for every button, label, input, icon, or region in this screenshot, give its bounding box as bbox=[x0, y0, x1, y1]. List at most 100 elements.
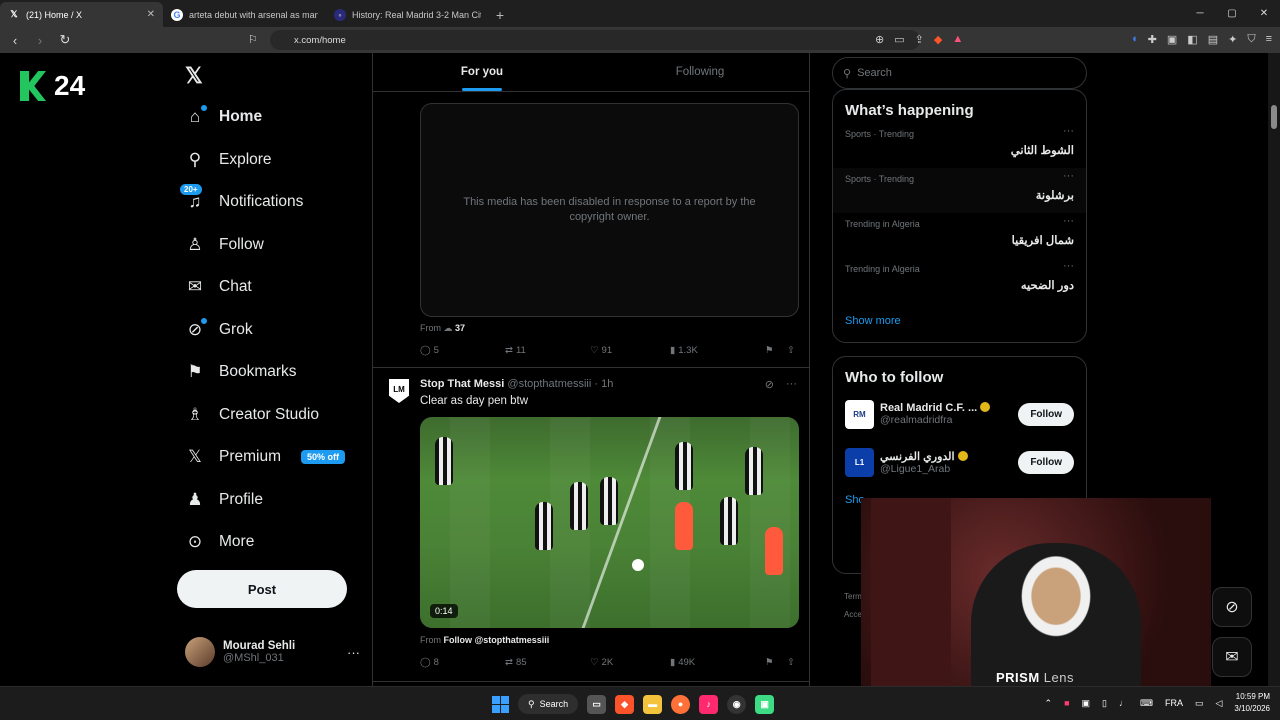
like-button[interactable]: ♡ 2K bbox=[590, 657, 670, 668]
from-value[interactable]: Follow @stopthatmessiii bbox=[444, 635, 550, 645]
new-tab-button[interactable]: + bbox=[489, 2, 511, 27]
nav-notifications[interactable]: ♫ 20+ Notifications bbox=[179, 181, 345, 224]
follow-suggestion[interactable]: RM Real Madrid C.F. ... @realmadridfra F… bbox=[833, 390, 1086, 438]
app-icon[interactable]: ▣ bbox=[755, 694, 775, 714]
nav-bookmarks[interactable]: ⚑ Bookmarks bbox=[185, 351, 345, 394]
zoom-icon[interactable]: ⊕ bbox=[875, 33, 884, 46]
terms-link[interactable]: Term bbox=[844, 588, 862, 606]
grok-icon[interactable]: ⊘ bbox=[765, 378, 774, 391]
trend-item[interactable]: Sports · Trending ··· الشوط الثاني bbox=[833, 123, 1086, 168]
search-input[interactable]: ⚲ Search bbox=[832, 57, 1087, 89]
nav-more[interactable]: ⊙ More bbox=[185, 521, 345, 564]
bookmark-button[interactable]: ⚑ bbox=[765, 657, 787, 668]
like-button[interactable]: ♡ 91 bbox=[590, 345, 670, 356]
chevron-up-icon[interactable]: ⌃ bbox=[1045, 698, 1053, 709]
extensions-icon[interactable]: ✚ bbox=[1148, 33, 1157, 46]
nav-premium[interactable]: 𝕏 Premium 50% off bbox=[185, 436, 346, 479]
obs-icon[interactable]: ◉ bbox=[727, 694, 747, 714]
tray-app-icon[interactable]: ■ bbox=[1064, 698, 1069, 708]
account-switcher[interactable]: Mourad Sehli @MShl_031 ··· bbox=[185, 637, 360, 667]
trend-item[interactable]: Trending in Algeria ··· شمال افريقيا bbox=[833, 213, 1086, 258]
language-indicator[interactable]: FRA bbox=[1165, 698, 1183, 708]
audio-icon[interactable]: ◖ bbox=[1131, 33, 1138, 46]
more-horizontal-icon[interactable]: ··· bbox=[1063, 125, 1074, 137]
usb-icon[interactable]: ▯ bbox=[1102, 698, 1107, 709]
tiktok-icon[interactable]: ♪ bbox=[699, 694, 719, 714]
tweet-video[interactable]: 0:14 bbox=[420, 417, 799, 628]
windows-start-icon[interactable] bbox=[492, 695, 509, 713]
nav-creator-studio[interactable]: ♗ Creator Studio bbox=[185, 394, 345, 437]
nav-explore[interactable]: ⚲ Explore bbox=[185, 139, 345, 182]
network-icon[interactable]: ▭ bbox=[1195, 698, 1204, 709]
views-button[interactable]: ▮ 1.3K bbox=[670, 345, 765, 356]
share-icon[interactable]: ⇧ bbox=[787, 345, 799, 356]
file-explorer-icon[interactable]: ▬ bbox=[643, 694, 663, 714]
browser-tab-google[interactable]: G arteta debut with arsenal as manage bbox=[163, 2, 326, 27]
taskbar-search[interactable]: ⚲ Search bbox=[518, 694, 579, 714]
accessibility-link[interactable]: Acce bbox=[844, 606, 862, 624]
show-more-link[interactable]: Show more bbox=[833, 303, 1086, 339]
keyboard-icon[interactable]: ⌨ bbox=[1140, 698, 1153, 709]
nav-profile[interactable]: ♟ Profile bbox=[185, 479, 345, 522]
browser-tab-x-home[interactable]: 𝕏 (21) Home / X ✕ bbox=[0, 2, 163, 27]
bookmark-button[interactable]: ⚑ bbox=[765, 345, 787, 356]
nav-home[interactable]: ⌂ Home bbox=[185, 96, 345, 139]
sidebar-icon[interactable]: ◧ bbox=[1187, 33, 1197, 46]
brave-shield-icon[interactable]: ◆ bbox=[934, 33, 942, 46]
more-horizontal-icon[interactable]: ··· bbox=[786, 378, 797, 391]
tab-for-you[interactable]: For you bbox=[373, 53, 591, 91]
from-value[interactable]: 37 bbox=[455, 323, 465, 333]
trend-item[interactable]: Sports · Trending ··· برشلونة bbox=[833, 168, 1086, 213]
vpn-icon[interactable]: ⛉ bbox=[1247, 33, 1255, 46]
close-window-icon[interactable]: ✕ bbox=[1248, 0, 1280, 27]
more-horizontal-icon[interactable]: ··· bbox=[347, 645, 360, 660]
url-field[interactable]: x.com/home bbox=[270, 30, 920, 50]
avatar[interactable]: LM bbox=[389, 379, 409, 403]
follow-button[interactable]: Follow bbox=[1018, 402, 1074, 426]
brave-icon[interactable]: ◆ bbox=[615, 694, 635, 714]
trend-item[interactable]: Trending in Algeria ··· دور الضحيه bbox=[833, 258, 1086, 303]
reply-button[interactable]: ◯ 5 bbox=[420, 345, 505, 356]
repost-button[interactable]: ⇄ 85 bbox=[505, 657, 590, 668]
x-logo-icon[interactable]: 𝕏 bbox=[185, 63, 203, 89]
leo-icon[interactable]: ✦ bbox=[1228, 33, 1237, 46]
share-icon[interactable]: ⇪ bbox=[915, 33, 924, 46]
back-icon[interactable]: ‹ bbox=[5, 33, 25, 48]
brave-rewards-icon[interactable]: ▲ bbox=[952, 33, 963, 46]
reload-icon[interactable]: ↻ bbox=[55, 32, 75, 48]
nav-grok[interactable]: ⊘ Grok bbox=[185, 309, 345, 352]
clock[interactable]: 10:59 PM 3/10/2026 bbox=[1234, 691, 1270, 715]
messages-float-button[interactable]: ✉ bbox=[1212, 637, 1252, 677]
share-icon[interactable]: ⇧ bbox=[787, 657, 799, 668]
nav-chat[interactable]: ✉ Chat bbox=[185, 266, 345, 309]
maximize-icon[interactable]: ▢ bbox=[1216, 0, 1248, 27]
mic-icon[interactable]: ♩ bbox=[1119, 698, 1128, 708]
more-horizontal-icon[interactable]: ··· bbox=[1063, 260, 1074, 272]
firefox-icon[interactable]: ● bbox=[671, 694, 691, 714]
views-button[interactable]: ▮ 49K bbox=[670, 657, 765, 668]
bookmark-page-icon[interactable]: ⚐ bbox=[248, 33, 258, 46]
wallet-icon[interactable]: ▤ bbox=[1208, 33, 1218, 46]
tray-app-icon[interactable]: ▣ bbox=[1082, 698, 1091, 709]
menu-icon[interactable]: ≡ bbox=[1266, 33, 1272, 46]
cast-icon[interactable]: ▭ bbox=[894, 33, 904, 46]
forward-icon[interactable]: › bbox=[30, 33, 50, 48]
close-tab-icon[interactable]: ✕ bbox=[147, 9, 155, 20]
grok-float-button[interactable]: ⊘ bbox=[1212, 587, 1252, 627]
author-name[interactable]: Stop That Messi bbox=[420, 378, 504, 390]
tab-following[interactable]: Following bbox=[591, 53, 809, 91]
minimize-icon[interactable]: ─ bbox=[1184, 0, 1216, 27]
task-view-icon[interactable]: ▭ bbox=[587, 694, 607, 714]
tab-search-icon[interactable]: ▣ bbox=[1167, 33, 1177, 46]
page-scrollbar[interactable] bbox=[1268, 53, 1280, 686]
more-horizontal-icon[interactable]: ··· bbox=[1063, 215, 1074, 227]
reply-button[interactable]: ◯ 8 bbox=[420, 657, 505, 668]
repost-button[interactable]: ⇄ 11 bbox=[505, 345, 590, 356]
post-button[interactable]: Post bbox=[177, 570, 347, 608]
more-horizontal-icon[interactable]: ··· bbox=[1063, 170, 1074, 182]
follow-button[interactable]: Follow bbox=[1018, 450, 1074, 474]
follow-suggestion[interactable]: L1 الدوري الفرنسي @Ligue1_Arab Follow bbox=[833, 438, 1086, 486]
browser-tab-history[interactable]: ◦ History: Real Madrid 3-2 Man City | U bbox=[326, 2, 489, 27]
nav-follow[interactable]: ♙ Follow bbox=[185, 224, 345, 267]
volume-icon[interactable]: ◁ bbox=[1215, 698, 1222, 709]
